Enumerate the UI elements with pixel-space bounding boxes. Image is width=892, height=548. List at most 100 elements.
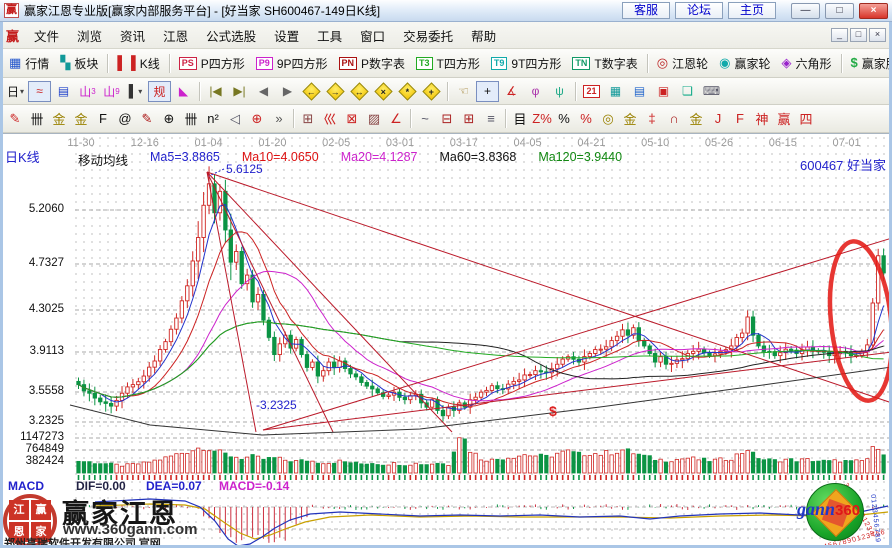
- nav-first-button[interactable]: |◀: [204, 81, 227, 102]
- brush-tool[interactable]: ✎: [4, 108, 26, 130]
- angle-line-tool[interactable]: ∠: [385, 108, 407, 130]
- candle-style-button[interactable]: ▌▾: [124, 81, 147, 102]
- four-tool[interactable]: 四: [795, 108, 817, 130]
- n-square-tool[interactable]: n²: [202, 108, 224, 130]
- gann-star-button[interactable]: *: [396, 81, 419, 102]
- grid-b-tool[interactable]: ⊞: [458, 108, 480, 130]
- vol9-chart-button[interactable]: 山9: [100, 81, 123, 102]
- pen2-tool[interactable]: ✎: [136, 108, 158, 130]
- ying-tool[interactable]: 赢: [773, 108, 795, 130]
- t-square-button[interactable]: T3T四方形: [411, 53, 485, 74]
- flag-tool[interactable]: ◁: [224, 108, 246, 130]
- kline-chart-area[interactable]: 日K线 600467 好当家 移动均线Ma5=3.8865Ma10=4.0650…: [0, 133, 892, 548]
- fractal-tool-button[interactable]: φ: [524, 81, 547, 102]
- gold-circle-tool[interactable]: ◎: [597, 108, 619, 130]
- f-angle-tool[interactable]: F: [729, 108, 751, 130]
- j-angle-tool[interactable]: J: [707, 108, 729, 130]
- vol3-chart-button[interactable]: 山3: [76, 81, 99, 102]
- t-number-button[interactable]: TNT数字表: [567, 53, 642, 74]
- nav-prev-button[interactable]: ◀: [252, 81, 275, 102]
- sectors-button[interactable]: ▚板块: [55, 53, 103, 74]
- gann-left-button[interactable]: ←: [300, 81, 323, 102]
- more-tools-button[interactable]: »: [268, 108, 290, 130]
- gann-target-tool[interactable]: ⊕: [246, 108, 268, 130]
- gann-plus-button[interactable]: +: [420, 81, 443, 102]
- fibo-comb-tool[interactable]: F: [92, 108, 114, 130]
- period-day-button[interactable]: 日▾: [4, 81, 27, 102]
- price-box-tool[interactable]: ⊞: [297, 108, 319, 130]
- gold-angle-tool[interactable]: 金: [685, 108, 707, 130]
- main-kline-button[interactable]: ≈: [28, 81, 51, 102]
- menu-item-设置[interactable]: 设置: [265, 22, 308, 49]
- shade-box-tool[interactable]: ▨: [363, 108, 385, 130]
- gold-comb1-tool[interactable]: 金: [48, 108, 70, 130]
- comb2-tool[interactable]: 卌: [180, 108, 202, 130]
- calendar-button[interactable]: 21: [580, 81, 603, 102]
- mdi-restore-button[interactable]: □: [850, 28, 867, 42]
- calculator-button[interactable]: ▦: [604, 81, 627, 102]
- wave-ruler-tool[interactable]: ~: [414, 108, 436, 130]
- fan-box-tool[interactable]: ⊠: [341, 108, 363, 130]
- kline-chart-svg[interactable]: [0, 134, 892, 548]
- winner-service-button[interactable]: $赢家服务: [846, 53, 892, 74]
- wave-tool-button[interactable]: ψ: [548, 81, 571, 102]
- export-button[interactable]: ❏: [676, 81, 699, 102]
- cycle-ruler-tool[interactable]: ⊕: [158, 108, 180, 130]
- customer-service-button[interactable]: 客服: [622, 2, 670, 19]
- gann-comb-tool[interactable]: 卌: [26, 108, 48, 130]
- menu-item-浏览[interactable]: 浏览: [68, 22, 111, 49]
- gann-tools-button[interactable]: 规: [148, 81, 171, 102]
- menu-item-窗口[interactable]: 窗口: [351, 22, 394, 49]
- p-square-button[interactable]: PSP四方形: [174, 53, 250, 74]
- mdi-minimize-button[interactable]: _: [831, 28, 848, 42]
- save-button[interactable]: ▣: [652, 81, 675, 102]
- minimize-button[interactable]: —: [791, 3, 820, 19]
- ink-mark-tool[interactable]: ‡: [641, 108, 663, 130]
- nav-prev-button-icon: ◀: [259, 84, 268, 98]
- computer-button[interactable]: ⌨: [700, 81, 723, 102]
- f10-info-button[interactable]: ▤: [52, 81, 75, 102]
- p-number-button[interactable]: PNP数字表: [334, 53, 411, 74]
- gann-wheel-button[interactable]: ◎江恩轮: [652, 53, 713, 74]
- maximize-button[interactable]: □: [825, 3, 854, 19]
- menu-item-公式选股[interactable]: 公式选股: [197, 22, 265, 49]
- fan-lines-tool[interactable]: 巛: [319, 108, 341, 130]
- quotes-button[interactable]: ▦行情: [4, 53, 54, 74]
- angle-tool-button[interactable]: ∡: [500, 81, 523, 102]
- scale-ruler-tool[interactable]: 目: [509, 108, 531, 130]
- notes-button[interactable]: ▤: [628, 81, 651, 102]
- close-button[interactable]: ×: [859, 3, 888, 19]
- 9p-square-button[interactable]: P99P四方形: [251, 53, 333, 74]
- menu-item-工具[interactable]: 工具: [308, 22, 351, 49]
- menu-item-资讯[interactable]: 资讯: [111, 22, 154, 49]
- parallel-lines-tool[interactable]: ≡: [480, 108, 502, 130]
- percent-line-tool[interactable]: %: [575, 108, 597, 130]
- gann-cross-button[interactable]: ×: [372, 81, 395, 102]
- hexagon-button[interactable]: ◈六角形: [776, 53, 836, 74]
- colored-kline-button[interactable]: ◣: [172, 81, 195, 102]
- nav-last-button[interactable]: ▶|: [228, 81, 251, 102]
- nav-next-button[interactable]: ▶: [276, 81, 299, 102]
- arc-tool[interactable]: ∩: [663, 108, 685, 130]
- menu-item-帮助[interactable]: 帮助: [462, 22, 505, 49]
- crosshair-tool-button[interactable]: +: [476, 81, 499, 102]
- kline-button[interactable]: ▌▐K线: [112, 53, 164, 74]
- gann-both-button[interactable]: ↔: [348, 81, 371, 102]
- winner-wheel-button[interactable]: ◉赢家轮: [714, 53, 775, 74]
- gold-level-tool[interactable]: 金: [619, 108, 641, 130]
- gann-right-button[interactable]: →: [324, 81, 347, 102]
- hand-tool-button[interactable]: ☜: [452, 81, 475, 102]
- shen-tool[interactable]: 神: [751, 108, 773, 130]
- spiral-tool[interactable]: @: [114, 108, 136, 130]
- mdi-close-button[interactable]: ×: [869, 28, 886, 42]
- grid-a-tool[interactable]: ⊟: [436, 108, 458, 130]
- homepage-button[interactable]: 主页: [728, 2, 776, 19]
- menu-item-交易委托[interactable]: 交易委托: [394, 22, 462, 49]
- percent-tool[interactable]: %: [553, 108, 575, 130]
- menu-item-江恩[interactable]: 江恩: [154, 22, 197, 49]
- forum-button[interactable]: 论坛: [675, 2, 723, 19]
- percent-z-tool[interactable]: Z%: [531, 108, 553, 130]
- 9t-square-button[interactable]: T99T四方形: [486, 53, 567, 74]
- menu-item-文件[interactable]: 文件: [25, 22, 68, 49]
- gold-comb2-tool[interactable]: 金: [70, 108, 92, 130]
